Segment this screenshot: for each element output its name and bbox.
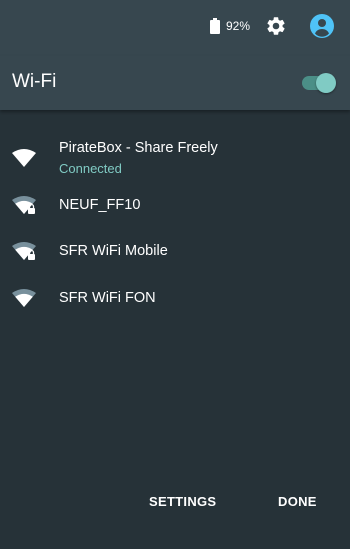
network-name: SFR WiFi FON xyxy=(59,290,156,306)
wifi-header: Wi-Fi xyxy=(0,56,350,110)
wifi-toggle[interactable] xyxy=(300,70,336,94)
settings-button[interactable]: SETTINGS xyxy=(149,494,216,510)
battery-percent: 92% xyxy=(226,19,251,33)
wifi-signal-locked-icon xyxy=(12,196,36,214)
network-name: SFR WiFi Mobile xyxy=(59,243,168,259)
wifi-signal-icon xyxy=(12,289,36,307)
network-item-neuf[interactable]: NEUF_FF10 xyxy=(0,187,350,233)
done-button[interactable]: DONE xyxy=(278,494,317,510)
toggle-thumb xyxy=(316,73,336,93)
network-item-piratebox[interactable]: PirateBox - Share Freely Connected xyxy=(0,134,350,180)
gear-icon[interactable] xyxy=(265,15,287,37)
network-item-sfr-mobile[interactable]: SFR WiFi Mobile xyxy=(0,233,350,279)
wifi-signal-locked-icon xyxy=(12,242,36,260)
wifi-signal-icon xyxy=(12,149,36,167)
status-bar: 92% xyxy=(0,0,350,56)
network-name: NEUF_FF10 xyxy=(59,197,141,213)
account-icon[interactable] xyxy=(310,14,334,38)
network-item-sfr-fon[interactable]: SFR WiFi FON xyxy=(0,280,350,326)
battery-icon xyxy=(210,18,220,34)
network-status: Connected xyxy=(59,161,122,176)
network-name: PirateBox - Share Freely xyxy=(59,140,218,156)
page-title: Wi-Fi xyxy=(12,71,57,92)
